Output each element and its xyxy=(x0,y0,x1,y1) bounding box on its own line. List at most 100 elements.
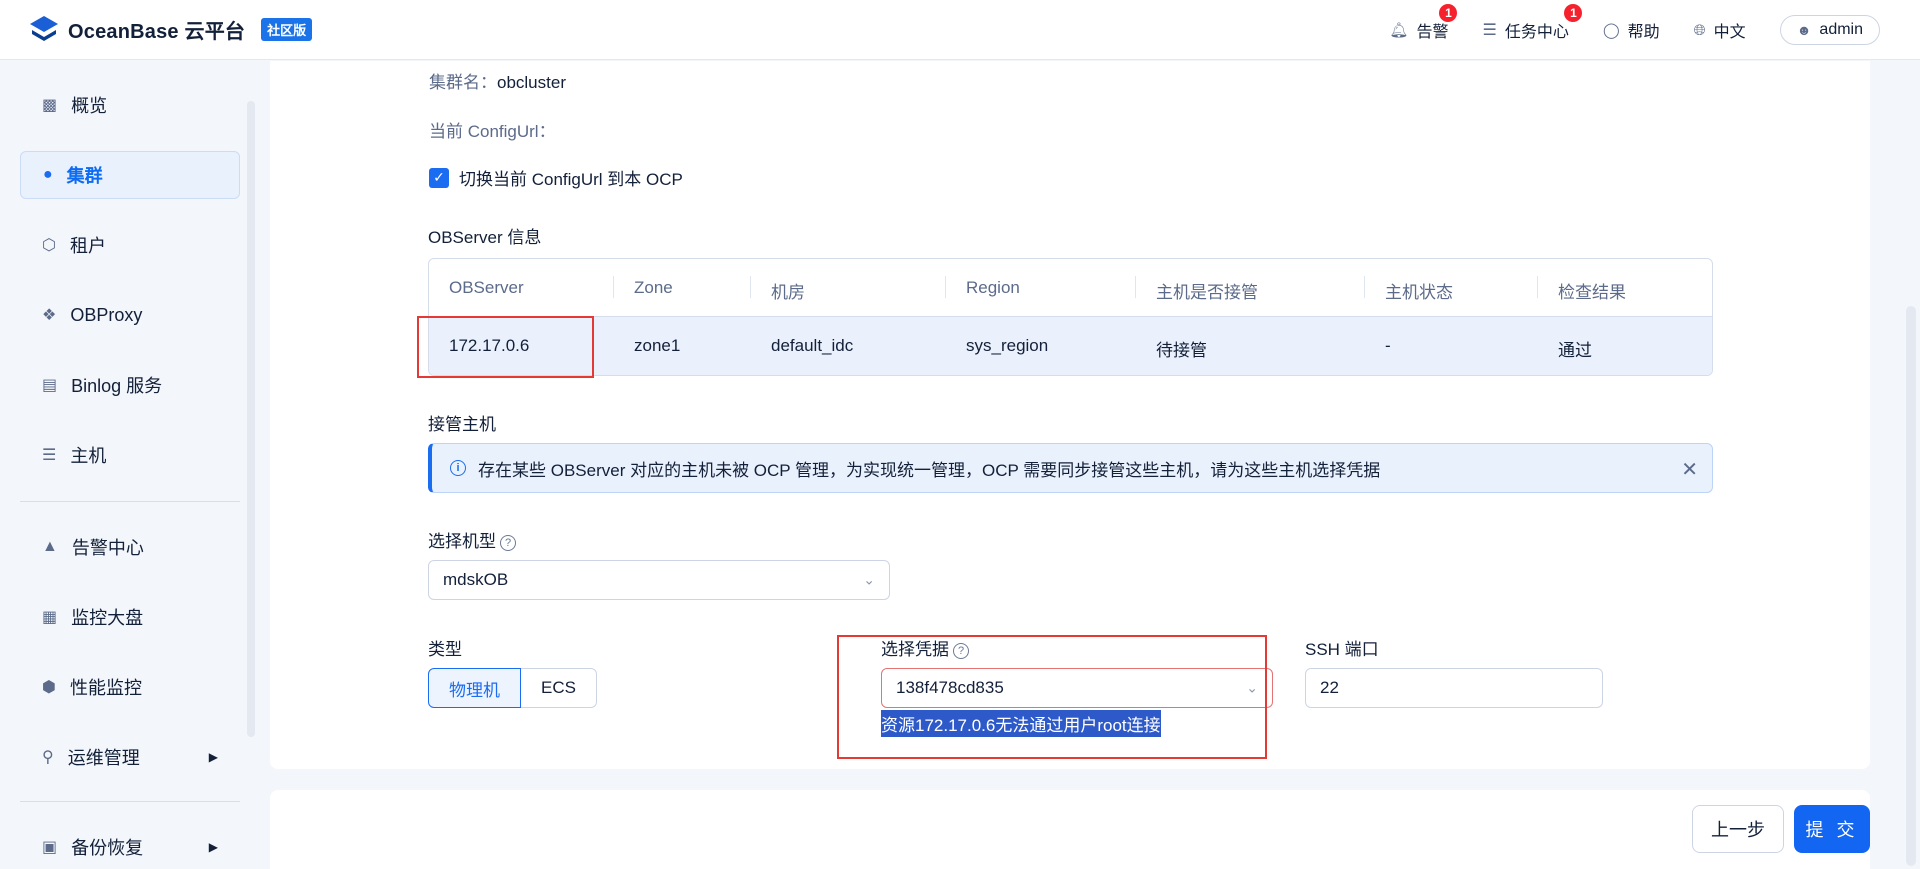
submit-button[interactable]: 提 交 xyxy=(1794,805,1870,853)
alarm-icon: ▲ xyxy=(42,538,58,555)
machine-type-select[interactable]: mdskOB ⌄ xyxy=(428,560,890,600)
col-separator xyxy=(750,276,751,298)
oceanbase-logo-icon xyxy=(30,16,58,41)
alerts-label: 告警 xyxy=(1416,24,1449,41)
ssh-port-value: 22 xyxy=(1320,678,1339,697)
ssh-port-input[interactable]: 22 xyxy=(1305,668,1603,708)
sidebar-item-host[interactable]: ☰ 主机 xyxy=(20,431,240,479)
type-option-ecs[interactable]: ECS xyxy=(521,668,597,708)
globe-icon: 🌐︎ xyxy=(1693,21,1706,39)
sidebar-item-label: OBProxy xyxy=(70,304,143,325)
sidebar-item-overview[interactable]: ▩ 概览 xyxy=(20,81,240,129)
sidebar-item-label: 租户 xyxy=(69,236,106,256)
page-scrollbar[interactable] xyxy=(1906,306,1916,866)
line-chart-icon: ▦ xyxy=(42,609,58,626)
bar-chart-icon: ▩ xyxy=(42,97,58,114)
user-menu[interactable]: ☻ admin xyxy=(1779,15,1880,45)
shield-icon: ⬢ xyxy=(42,679,56,696)
chevron-down-icon: ⌄ xyxy=(863,571,875,588)
language-label: 中文 xyxy=(1713,24,1746,41)
sidebar-item-label: 告警中心 xyxy=(71,538,144,558)
takeover-section-title: 接管主机 xyxy=(428,415,496,434)
cell-region: sys_region xyxy=(966,336,1049,355)
type-option-physical[interactable]: 物理机 xyxy=(428,668,521,708)
logo[interactable]: OceanBase 云平台 社区版 xyxy=(28,14,313,44)
sidebar-item-ops[interactable]: ⚲ 运维管理 ▶ xyxy=(20,733,240,781)
cluster-name-value: obcluster xyxy=(497,73,566,92)
task-center-menu[interactable]: ☰ 任务中心 1 xyxy=(1482,4,1583,42)
sidebar-item-label: 性能监控 xyxy=(69,678,142,698)
col-separator xyxy=(945,276,946,298)
machine-type-label: 选择机型 xyxy=(428,532,496,551)
observer-section-title: OBServer 信息 xyxy=(428,228,542,247)
user-name: admin xyxy=(1819,21,1863,38)
hexagon-icon: ⬡ xyxy=(42,237,56,254)
table-header xyxy=(429,259,1712,317)
cluster-name-row: 集群名：obcluster xyxy=(429,68,566,93)
col-header-check-result: 检查结果 xyxy=(1558,283,1626,302)
close-icon[interactable]: ✕ xyxy=(1681,457,1698,482)
language-menu[interactable]: 🌐︎ 中文 xyxy=(1694,18,1746,42)
sidebar-divider xyxy=(20,501,240,502)
help-label: 帮助 xyxy=(1627,24,1660,41)
bulb-icon: ◯ xyxy=(1602,22,1620,39)
cell-idc: default_idc xyxy=(771,336,854,355)
sidebar-item-label: 主机 xyxy=(70,446,107,466)
switch-config-checkbox[interactable]: ✓ xyxy=(429,167,449,188)
brand-name: OceanBase 云平台 xyxy=(68,20,246,43)
col-header-host-status: 主机状态 xyxy=(1385,283,1453,302)
col-separator xyxy=(1537,276,1538,298)
col-header-zone: Zone xyxy=(634,278,673,297)
tasks-count-badge: 1 xyxy=(1564,4,1583,22)
switch-config-label: 切换当前 ConfigUrl 到本 OCP xyxy=(459,170,683,189)
search-doc-icon: ⚲ xyxy=(42,749,54,766)
col-separator xyxy=(1135,276,1136,298)
info-icon: i xyxy=(450,460,466,476)
ssh-port-label: SSH 端口 xyxy=(1305,640,1379,659)
top-bar: OceanBase 云平台 社区版 🔔︎ 告警 1 ☰ 任务中心 1 ◯ 帮助 … xyxy=(0,0,1920,60)
col-header-observer: OBServer xyxy=(449,278,524,297)
server-icon: ☰ xyxy=(42,447,57,464)
sidebar-item-obproxy[interactable]: ❖ OBProxy xyxy=(20,291,240,339)
type-segmented-control: 物理机 ECS xyxy=(428,668,597,708)
sidebar-item-binlog[interactable]: ▤ Binlog 服务 xyxy=(20,361,240,409)
cell-host-status: - xyxy=(1385,336,1391,355)
alerts-menu[interactable]: 🔔︎ 告警 1 xyxy=(1389,4,1458,42)
type-label: 类型 xyxy=(428,640,462,659)
caret-right-icon: ▶ xyxy=(208,840,218,854)
caret-right-icon: ▶ xyxy=(208,750,218,764)
sidebar-item-alert-center[interactable]: ▲ 告警中心 xyxy=(20,523,240,571)
sidebar-item-label: Binlog 服务 xyxy=(71,376,163,396)
sidebar-item-performance[interactable]: ⬢ 性能监控 xyxy=(20,663,240,711)
cell-zone: zone1 xyxy=(634,336,681,355)
task-center-label: 任务中心 xyxy=(1504,24,1569,41)
col-header-idc: 机房 xyxy=(771,283,805,302)
sidebar-item-backup[interactable]: ▣ 备份恢复 ▶ xyxy=(20,823,240,869)
col-separator xyxy=(613,276,614,298)
sidebar-item-monitor-dashboard[interactable]: ▦ 监控大盘 xyxy=(20,593,240,641)
previous-step-button[interactable]: 上一步 xyxy=(1692,805,1784,853)
sidebar-item-label: 概览 xyxy=(71,96,108,116)
footer-bar xyxy=(270,790,1870,869)
sidebar-item-label: 运维管理 xyxy=(67,748,140,768)
machine-type-value: mdskOB xyxy=(443,570,509,589)
cluster-name-label: 集群名： xyxy=(429,73,497,92)
help-menu[interactable]: ◯ 帮助 xyxy=(1603,18,1660,42)
backup-icon: ▣ xyxy=(42,839,58,856)
user-icon: ☻ xyxy=(1796,22,1812,38)
help-icon[interactable]: ? xyxy=(500,534,516,551)
col-separator xyxy=(1364,276,1365,298)
alerts-count-badge: 1 xyxy=(1439,4,1458,22)
table-row[interactable] xyxy=(429,317,1712,375)
document-icon: ▤ xyxy=(42,377,58,394)
sidebar-item-label: 集群 xyxy=(66,166,103,186)
switch-config-checkbox-row[interactable]: ✓ 切换当前 ConfigUrl 到本 OCP xyxy=(429,165,683,190)
cell-host-managed: 待接管 xyxy=(1156,341,1207,360)
alert-text: 存在某些 OBServer 对应的主机未被 OCP 管理，为实现统一管理，OCP… xyxy=(478,460,1381,480)
sidebar-scrollbar[interactable] xyxy=(247,101,255,737)
sidebar-item-cluster[interactable]: ● 集群 xyxy=(20,151,240,199)
bell-icon: 🔔︎ xyxy=(1389,22,1409,39)
sidebar-item-tenant[interactable]: ⬡ 租户 xyxy=(20,221,240,269)
col-header-host-managed: 主机是否接管 xyxy=(1156,283,1258,302)
sidebar-divider xyxy=(20,801,240,802)
